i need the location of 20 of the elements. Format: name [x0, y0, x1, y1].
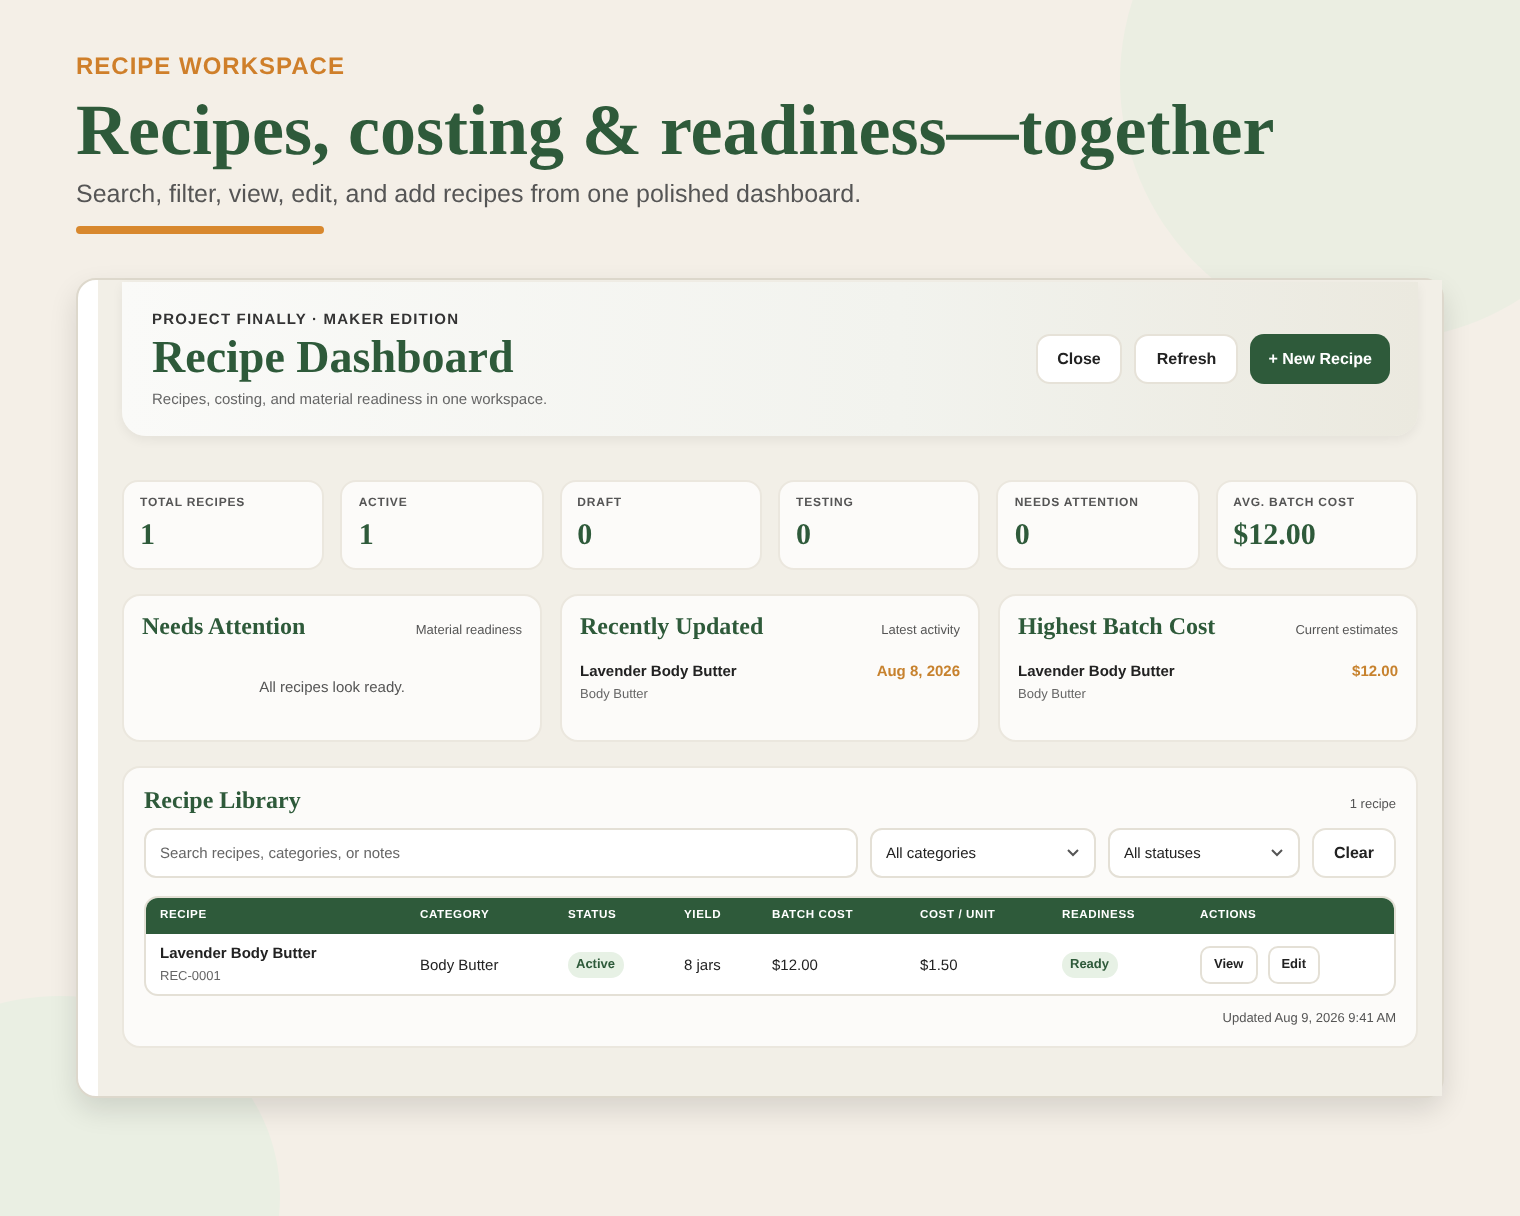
- dashboard-title: Recipe Dashboard: [152, 332, 516, 384]
- hero-title: Recipes, costing & readiness—together: [76, 88, 1277, 172]
- stat-value: 0: [796, 520, 813, 554]
- library-title: Recipe Library: [144, 786, 301, 816]
- stat-value: $12.00: [1233, 520, 1318, 554]
- clear-button[interactable]: Clear: [1311, 828, 1396, 878]
- hero-eyebrow: RECIPE WORKSPACE: [76, 52, 347, 80]
- header-button[interactable]: Refresh: [1134, 334, 1239, 384]
- stat-value: 1: [140, 520, 157, 554]
- new-recipe-button[interactable]: + New Recipe: [1250, 334, 1390, 384]
- panel-title: Highest Batch Cost: [1018, 612, 1216, 642]
- stat-value: 1: [358, 520, 376, 554]
- chevron-down-icon: [1269, 848, 1284, 858]
- panel-title: Needs Attention: [142, 612, 306, 642]
- header-button[interactable]: Close: [1035, 334, 1123, 384]
- panel-title: Recently Updated: [580, 612, 764, 642]
- stat-value: 0: [577, 520, 595, 554]
- hero-subtitle: Search, filter, view, edit, and add recipes from one polished dashboard.: [76, 180, 864, 208]
- chevron-down-icon: [1065, 848, 1080, 858]
- stat-value: 0: [1014, 520, 1032, 554]
